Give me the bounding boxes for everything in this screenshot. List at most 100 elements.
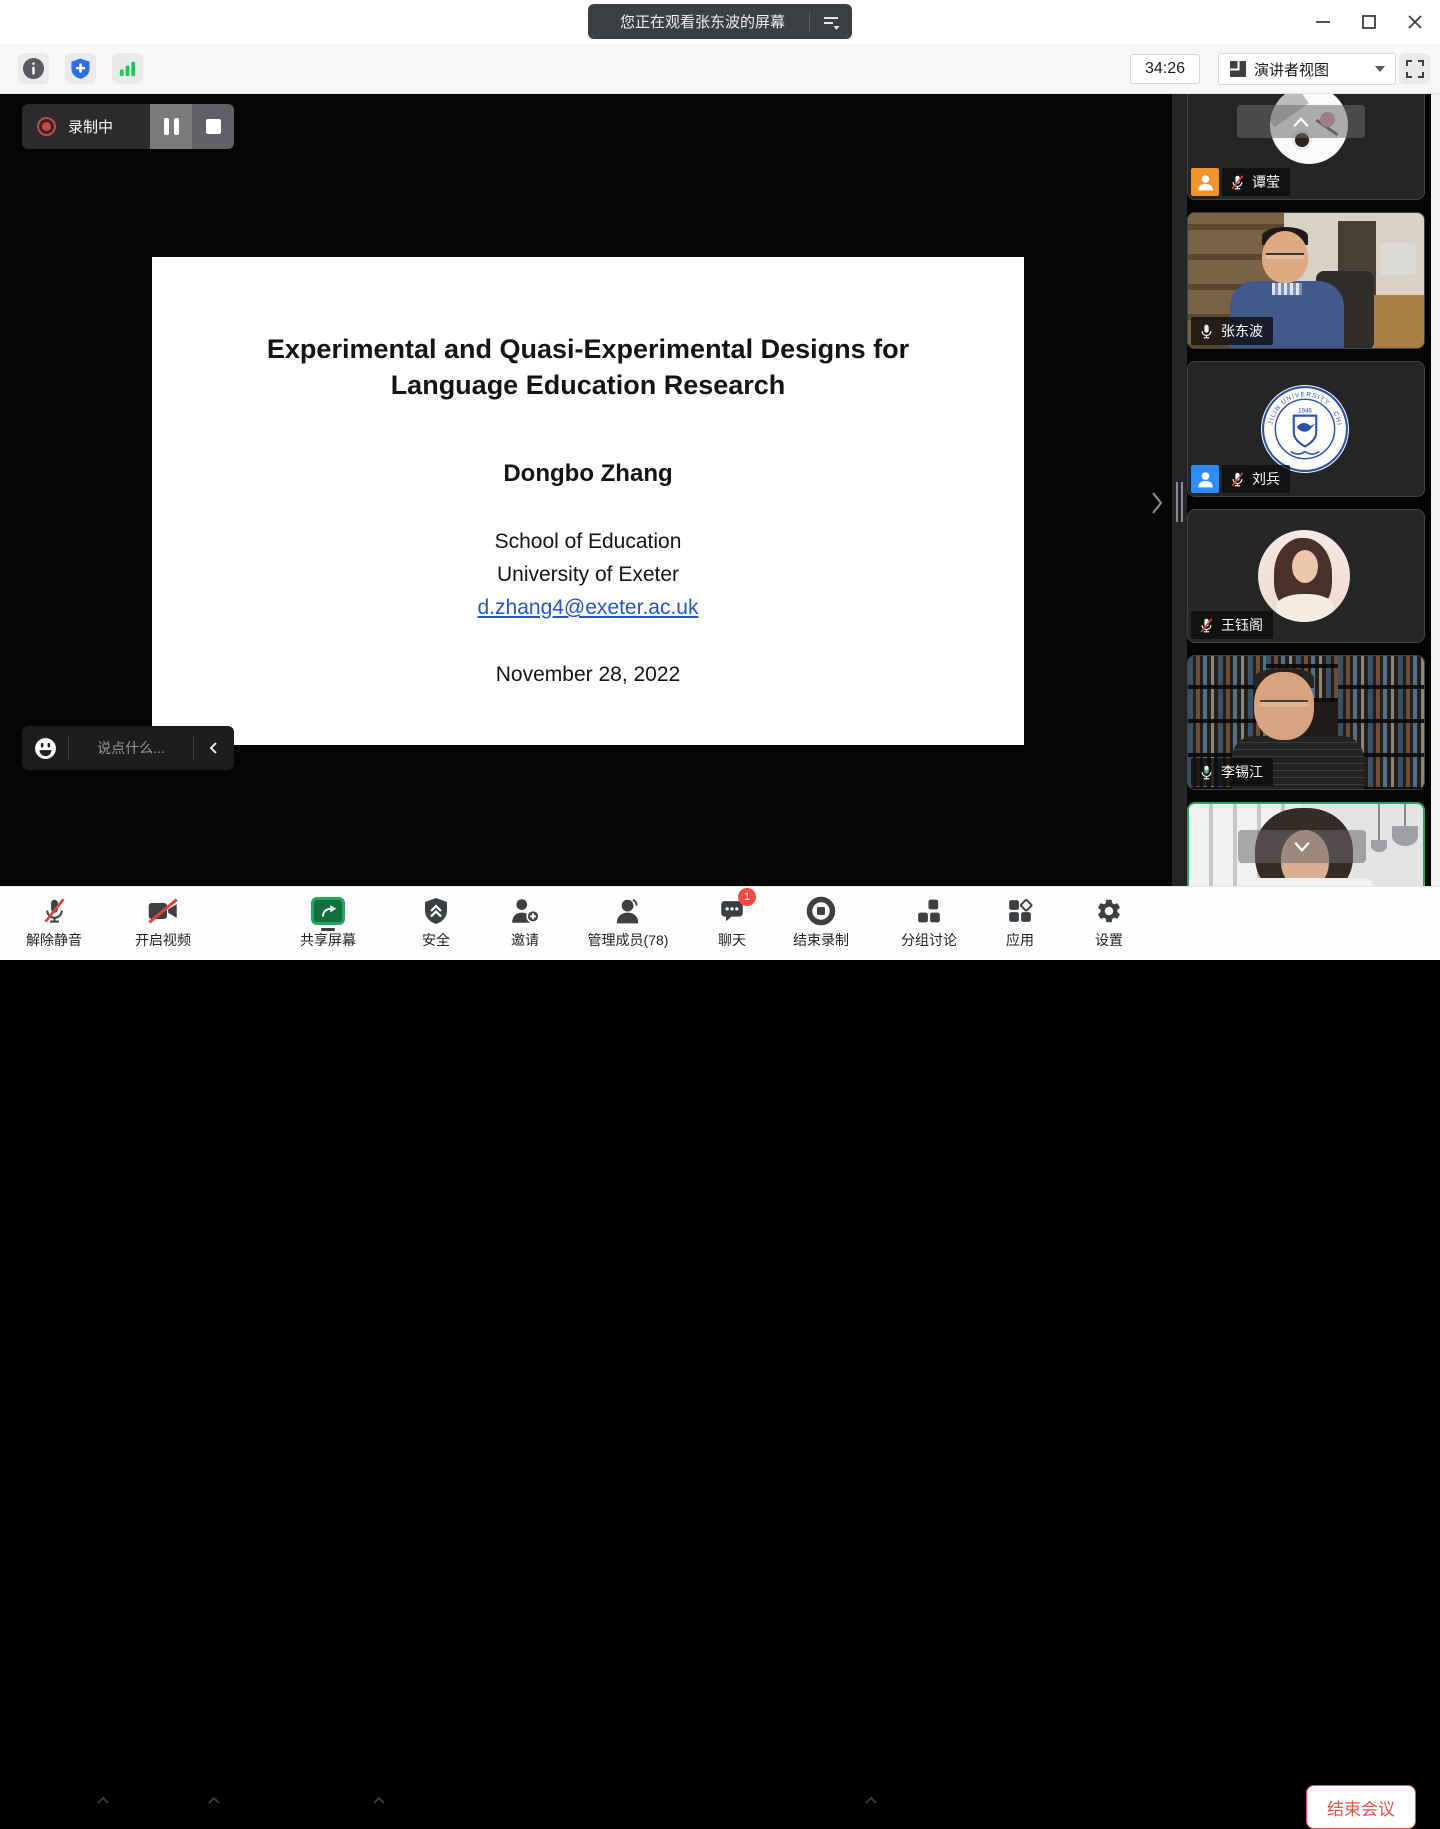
chat-button[interactable]: 1 聊天	[718, 894, 746, 950]
emoji-button[interactable]	[22, 737, 68, 760]
participant-tile: 张东波	[1187, 212, 1425, 349]
close-icon	[1406, 13, 1424, 31]
bottom-toolbar: 解除静音 开启视频	[0, 886, 1440, 960]
network-quality-button[interactable]	[112, 53, 143, 84]
participant-tile: 谭莹	[1187, 94, 1425, 200]
mic-muted-icon	[1198, 617, 1215, 634]
statusbar: 34:26 演讲者视图	[0, 44, 1440, 94]
participant-name-pill: 张东波	[1191, 317, 1273, 345]
scroll-participants-up-button[interactable]	[1237, 105, 1365, 138]
share-screen-icon	[311, 897, 345, 925]
presentation-slide: Experimental and Quasi-Experimental Desi…	[152, 257, 1024, 745]
sidebar-resize-handle[interactable]	[1172, 94, 1187, 886]
info-icon	[22, 57, 45, 80]
quick-chat-bar: 说点什么...	[22, 726, 234, 770]
speaker-view-icon	[1229, 60, 1247, 78]
manage-participants-button[interactable]: 管理成员(78)	[588, 894, 669, 950]
svg-text:1946: 1946	[1298, 408, 1312, 415]
monitor-stand-icon	[321, 928, 335, 931]
slide-affiliation-1: School of Education	[152, 530, 1024, 554]
maximize-icon	[1360, 13, 1378, 31]
view-mode-label: 演讲者视图	[1254, 59, 1368, 80]
meeting-info-button[interactable]	[18, 53, 49, 84]
video-options-chevron[interactable]	[207, 1792, 221, 1810]
mic-on-icon	[1198, 323, 1215, 340]
end-meeting-button[interactable]: 结束会议	[1306, 1785, 1416, 1829]
drag-grip-icon	[1176, 482, 1178, 522]
person-icon	[1196, 470, 1215, 489]
meeting-window: 您正在观看张东波的屏幕	[0, 0, 1440, 960]
collapse-chatbar-button[interactable]	[194, 741, 234, 755]
maximize-button[interactable]	[1352, 8, 1386, 36]
participant-name-pill: 王钰阁	[1191, 611, 1273, 639]
participant-tile: 李锡江	[1187, 655, 1425, 790]
participant-name-pill: 李锡江	[1191, 758, 1273, 786]
participants-sidebar: 谭莹 张东波	[1187, 94, 1440, 886]
banner-options-button[interactable]	[810, 12, 852, 32]
recording-indicator: 录制中	[22, 104, 234, 149]
titlebar: 您正在观看张东波的屏幕	[0, 0, 1440, 44]
recording-status-label: 录制中	[68, 116, 113, 137]
stop-recording-button-overlay[interactable]	[192, 104, 234, 149]
security-button[interactable]: 安全	[422, 894, 450, 950]
chevron-right-icon	[1148, 488, 1166, 518]
unmute-button[interactable]: 解除静音	[26, 894, 82, 950]
mic-muted-icon	[1229, 174, 1246, 191]
breakout-rooms-button[interactable]: 分组讨论	[901, 894, 957, 950]
slide-email-link[interactable]: d.zhang4@exeter.ac.uk	[478, 596, 699, 619]
invite-person-plus-icon	[510, 897, 540, 925]
chevron-down-icon	[1287, 836, 1317, 858]
university-logo-icon: JILIN UNIVERSITY · CHINA 1946	[1260, 384, 1350, 474]
breakout-rooms-icon	[916, 898, 942, 924]
collapse-sidebar-button[interactable]	[1148, 486, 1170, 520]
mic-muted-icon	[41, 896, 68, 926]
start-video-button[interactable]: 开启视频	[135, 894, 191, 950]
scroll-participants-down-button[interactable]	[1238, 830, 1366, 863]
participant-name: 谭莹	[1252, 172, 1280, 192]
participant-name: 刘兵	[1252, 469, 1280, 489]
stop-recording-button[interactable]: 结束录制	[793, 894, 849, 950]
shield-plus-icon	[69, 57, 92, 80]
chat-input-placeholder[interactable]: 说点什么...	[69, 738, 193, 758]
watching-banner: 您正在观看张东波的屏幕	[588, 4, 852, 39]
fullscreen-icon	[1405, 59, 1425, 79]
share-screen-button[interactable]: 共享屏幕	[300, 894, 356, 950]
chevron-down-icon	[1375, 66, 1385, 72]
security-status-button[interactable]	[65, 53, 96, 84]
slide-affiliation-2: University of Exeter	[152, 563, 1024, 587]
settings-gear-icon	[1095, 897, 1123, 925]
mic-speaking-icon	[1198, 764, 1215, 781]
participant-name-pill: 谭莹	[1222, 168, 1290, 196]
meeting-timer: 34:26	[1130, 54, 1200, 84]
invite-button[interactable]: 邀请	[510, 894, 540, 950]
fullscreen-button[interactable]	[1399, 53, 1430, 84]
pause-recording-button[interactable]	[150, 104, 192, 149]
recording-options-chevron[interactable]	[864, 1792, 878, 1810]
participants-icon	[613, 897, 643, 925]
minimize-icon	[1314, 13, 1332, 31]
apps-icon	[1007, 898, 1033, 924]
settings-button[interactable]: 设置	[1095, 894, 1123, 950]
audio-options-chevron[interactable]	[96, 1792, 110, 1810]
share-options-chevron[interactable]	[372, 1792, 386, 1810]
apps-button[interactable]: 应用	[1006, 894, 1034, 950]
view-mode-selector[interactable]: 演讲者视图	[1218, 53, 1396, 85]
participant-tile: JILIN UNIVERSITY · CHINA 1946	[1187, 361, 1425, 497]
stop-icon	[206, 119, 221, 134]
shared-screen-area: 录制中 Experimental and Quasi-Experimental …	[0, 94, 1172, 886]
participant-tile-active-speaker	[1187, 802, 1425, 886]
minimize-button[interactable]	[1306, 8, 1340, 36]
chat-unread-badge: 1	[738, 888, 756, 906]
smiley-icon	[34, 737, 57, 760]
pause-icon	[164, 118, 179, 135]
sidebar-scrollbar[interactable]	[1431, 94, 1440, 886]
stop-recording-icon	[806, 896, 836, 926]
avatar	[1258, 530, 1350, 622]
chevron-left-icon	[207, 741, 221, 755]
participant-tile: 王钰阁	[1187, 509, 1425, 643]
list-options-icon	[821, 12, 841, 32]
drag-grip-icon	[1181, 482, 1183, 522]
close-button[interactable]	[1398, 8, 1432, 36]
participant-name: 李锡江	[1221, 762, 1263, 782]
person-icon	[1196, 173, 1215, 192]
